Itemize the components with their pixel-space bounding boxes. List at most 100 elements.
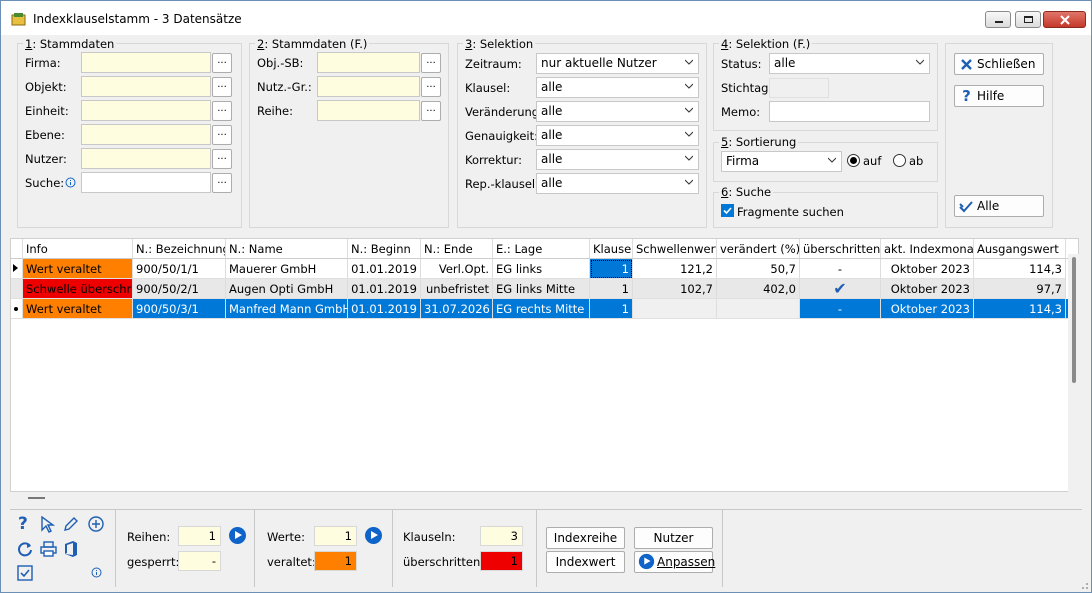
rep-klausel-select[interactable]: alle xyxy=(536,173,699,194)
col-schwellenwert[interactable]: Schwellenwert xyxy=(633,239,717,259)
nutzer-browse-button[interactable]: ... xyxy=(212,149,232,169)
info-cell[interactable]: Wert veraltet xyxy=(23,299,133,319)
bezeichnung-cell[interactable]: 900/50/1/1 xyxy=(133,259,226,279)
ebene-field[interactable] xyxy=(81,124,211,145)
objekt-field[interactable] xyxy=(81,76,211,97)
indexmonat-cell[interactable]: Oktober 2023 xyxy=(881,259,974,279)
genauigkeit-select[interactable]: alle xyxy=(536,125,699,146)
maximize-button[interactable] xyxy=(1015,11,1041,28)
sort-auf-radio[interactable] xyxy=(847,154,860,167)
col-info[interactable]: Info xyxy=(23,239,133,259)
ausgangswert-cell[interactable]: 97,7 xyxy=(974,279,1066,299)
checkbox-icon[interactable] xyxy=(17,565,33,581)
anpassen-button[interactable]: Anpassen xyxy=(634,551,715,573)
name-cell[interactable]: Augen Opti GmbH xyxy=(226,279,348,299)
suche-browse-button[interactable]: ... xyxy=(212,173,232,193)
col-ueberschritten[interactable]: überschritten xyxy=(800,239,881,259)
obj-sb-field[interactable] xyxy=(317,52,420,73)
col-veraendert[interactable]: verändert (%) xyxy=(717,239,800,259)
klausel-select[interactable]: alle xyxy=(536,77,699,98)
beginn-cell[interactable]: 01.01.2019 xyxy=(348,259,421,279)
einheit-field[interactable] xyxy=(81,100,211,121)
ende-cell[interactable]: unbefristet xyxy=(421,279,493,299)
stichtag-field[interactable] xyxy=(769,78,829,98)
nutz-gr-browse-button[interactable]: ... xyxy=(421,77,441,97)
einheit-browse-button[interactable]: ... xyxy=(212,101,232,121)
help-icon[interactable]: ? xyxy=(18,514,28,534)
minimize-button[interactable] xyxy=(985,11,1011,28)
indexwert-button[interactable]: Indexwert xyxy=(546,551,625,573)
reihe-field[interactable] xyxy=(317,100,420,121)
pencil-icon[interactable] xyxy=(63,516,79,532)
beginn-cell[interactable]: 01.01.2019 xyxy=(348,279,421,299)
veraendert-cell[interactable] xyxy=(717,299,800,319)
col-bezeichnung[interactable]: N.: Bezeichnung xyxy=(133,239,226,259)
indexmonat-cell[interactable]: Oktober 2023 xyxy=(881,279,974,299)
alle-button[interactable]: Alle xyxy=(954,195,1044,217)
lage-cell[interactable]: EG rechts Mitte xyxy=(493,299,590,319)
indexreihe-button[interactable]: Indexreihe xyxy=(546,527,625,549)
memo-field[interactable] xyxy=(769,101,930,122)
info-cell[interactable]: Schwelle überschritten xyxy=(23,279,133,299)
ueberschritten-cell[interactable]: - xyxy=(800,299,881,319)
firma-browse-button[interactable]: ... xyxy=(212,53,232,73)
bezeichnung-cell[interactable]: 900/50/3/1 xyxy=(133,299,226,319)
zeitraum-select[interactable]: nur aktuelle Nutzer xyxy=(536,53,699,74)
info-icon[interactable] xyxy=(65,177,76,188)
name-cell[interactable]: Manfred Mann GmbH xyxy=(226,299,348,319)
info-icon[interactable] xyxy=(91,567,102,578)
info-cell[interactable]: Wert veraltet xyxy=(23,259,133,279)
nutzer-field[interactable] xyxy=(81,148,211,169)
sort-ab-radio[interactable] xyxy=(893,154,906,167)
beginn-cell[interactable]: 01.01.2019 xyxy=(348,299,421,319)
col-beginn[interactable]: N.: Beginn xyxy=(348,239,421,259)
fragmente-checkbox[interactable] xyxy=(721,204,734,217)
hilfe-button[interactable]: ? Hilfe xyxy=(954,85,1044,107)
firma-field[interactable] xyxy=(81,52,211,73)
ende-cell[interactable]: 31.07.2026 xyxy=(421,299,493,319)
ausgangswert-cell[interactable]: 114,3 xyxy=(974,259,1066,279)
ueberschritten-check-icon[interactable]: ✔ xyxy=(800,279,881,299)
veraendert-cell[interactable]: 50,7 xyxy=(717,259,800,279)
reihen-play-icon[interactable] xyxy=(229,527,246,544)
schwellenwert-cell[interactable] xyxy=(633,299,717,319)
lage-cell[interactable]: EG links Mitte xyxy=(493,279,590,299)
veraendert-cell[interactable]: 402,0 xyxy=(717,279,800,299)
col-ende[interactable]: N.: Ende xyxy=(421,239,493,259)
col-name[interactable]: N.: Name xyxy=(226,239,348,259)
col-indexmonat[interactable]: akt. Indexmonat xyxy=(881,239,974,259)
veraenderung-select[interactable]: alle xyxy=(536,101,699,122)
add-icon[interactable] xyxy=(88,516,104,532)
bezeichnung-cell[interactable]: 900/50/2/1 xyxy=(133,279,226,299)
print-icon[interactable] xyxy=(40,541,57,557)
col-klausel[interactable]: Klausel xyxy=(590,239,633,259)
ebene-browse-button[interactable]: ... xyxy=(212,125,232,145)
scrollbar-thumb[interactable] xyxy=(1072,257,1076,383)
refresh-icon[interactable] xyxy=(17,541,34,558)
lage-cell[interactable]: EG links xyxy=(493,259,590,279)
resize-grip-icon[interactable] xyxy=(1078,579,1089,590)
schwellenwert-cell[interactable]: 102,7 xyxy=(633,279,717,299)
ueberschritten-cell[interactable]: - xyxy=(800,259,881,279)
korrektur-select[interactable]: alle xyxy=(536,149,699,170)
close-button[interactable] xyxy=(1043,11,1086,28)
ausgangswert-cell[interactable]: 114,3 xyxy=(974,299,1066,319)
schliessen-button[interactable]: Schließen xyxy=(954,53,1044,75)
obj-sb-browse-button[interactable]: ... xyxy=(421,53,441,73)
sortierung-select[interactable]: Firma xyxy=(721,151,842,172)
klausel-cell[interactable]: 1 xyxy=(590,259,633,279)
indexmonat-cell[interactable]: Oktober 2023 xyxy=(881,299,974,319)
data-grid[interactable]: Info N.: Bezeichnung N.: Name N.: Beginn… xyxy=(10,238,1079,492)
col-lage[interactable]: E.: Lage xyxy=(493,239,590,259)
pointer-icon[interactable] xyxy=(40,516,56,533)
schwellenwert-cell[interactable]: 121,2 xyxy=(633,259,717,279)
splitter-handle[interactable] xyxy=(28,497,45,499)
col-ausgangswert[interactable]: Ausgangswert xyxy=(974,239,1066,259)
name-cell[interactable]: Mauerer GmbH xyxy=(226,259,348,279)
werte-play-icon[interactable] xyxy=(365,527,382,544)
ende-cell[interactable]: Verl.Opt. xyxy=(421,259,493,279)
objekt-browse-button[interactable]: ... xyxy=(212,77,232,97)
klausel-cell[interactable]: 1 xyxy=(590,299,633,319)
nutz-gr-field[interactable] xyxy=(317,76,420,97)
klausel-cell[interactable]: 1 xyxy=(590,279,633,299)
